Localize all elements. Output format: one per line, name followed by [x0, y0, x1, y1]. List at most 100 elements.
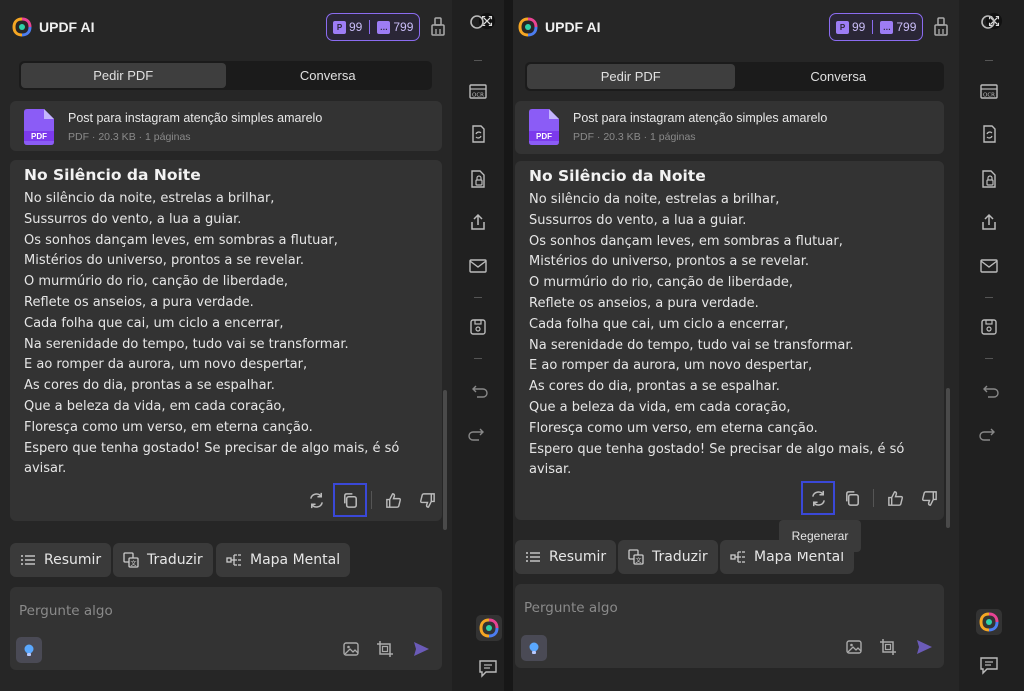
- mail-icon[interactable]: [979, 256, 999, 276]
- ocr-icon[interactable]: OCR: [468, 81, 488, 101]
- svg-text:OCR: OCR: [472, 93, 484, 99]
- image-upload-icon[interactable]: [342, 640, 360, 658]
- summarize-button[interactable]: Resumir: [515, 540, 617, 574]
- chat-credit-count: 799: [393, 20, 414, 34]
- updf-ai-button[interactable]: [976, 609, 1002, 635]
- tab-conversa[interactable]: Conversa: [735, 64, 943, 89]
- pdf-credit-icon: P: [836, 20, 849, 34]
- translate-button[interactable]: 文 Traduzir: [113, 543, 213, 577]
- summarize-button[interactable]: Resumir: [10, 543, 112, 577]
- convert-icon[interactable]: [468, 124, 488, 144]
- translate-button[interactable]: 文 Traduzir: [618, 540, 718, 574]
- thumbs-up-button[interactable]: [376, 483, 410, 517]
- answer-line: Espero que tenha gostado! Se precisar de…: [24, 440, 400, 456]
- answer-line: avisar.: [529, 462, 572, 478]
- answer-scrollbar[interactable]: [443, 390, 447, 530]
- ask-input-placeholder: Pergunte algo: [19, 603, 113, 619]
- answer-title: No Silêncio da Noite: [24, 166, 201, 184]
- list-icon: [21, 555, 35, 565]
- credits-badge[interactable]: P 99 … 799: [326, 13, 421, 41]
- answer-line: Os sonhos dançam leves, em sombras a flu…: [24, 232, 338, 248]
- lightbulb-icon: [529, 642, 539, 654]
- answer-line: Os sonhos dançam leves, em sombras a flu…: [529, 233, 843, 249]
- pdf-icon-label: PDF: [31, 132, 47, 141]
- send-icon[interactable]: [915, 638, 933, 656]
- file-card[interactable]: PDF Post para instagram atenção simples …: [10, 101, 442, 151]
- credits-badge[interactable]: P 99 … 799: [829, 13, 924, 41]
- screenshot-crop-icon[interactable]: [376, 640, 394, 658]
- rail-divider: [474, 358, 482, 359]
- answer-line: As cores do dia, prontas a se espalhar.: [529, 379, 780, 395]
- convert-icon[interactable]: [979, 124, 999, 144]
- credits-separator: [369, 20, 371, 34]
- answer-line: Reflete os anseios, a pura verdade.: [529, 295, 759, 311]
- chat-credit-icon: …: [880, 20, 894, 34]
- regenerate-button[interactable]: [299, 483, 333, 517]
- image-upload-icon[interactable]: [845, 638, 863, 656]
- app-title: UPDF AI: [39, 19, 95, 35]
- answer-line: Reflete os anseios, a pura verdade.: [24, 294, 254, 310]
- clear-chat-icon[interactable]: [933, 17, 949, 37]
- pdf-credit-icon: P: [333, 20, 346, 34]
- answer-card: No Silêncio da Noite No silêncio da noit…: [515, 161, 944, 520]
- ask-input-box[interactable]: Pergunte algo: [515, 584, 944, 668]
- thumbs-down-button[interactable]: [410, 483, 444, 517]
- rail-divider: [985, 297, 993, 298]
- undo-icon[interactable]: [468, 381, 488, 401]
- translate-icon: 文: [628, 549, 644, 565]
- send-icon[interactable]: [412, 640, 430, 658]
- updf-logo-icon: [518, 17, 538, 37]
- answer-line: Sussurros do vento, a lua a guiar.: [24, 211, 242, 227]
- protect-icon[interactable]: [468, 169, 488, 189]
- pdf-credit-count: 99: [852, 20, 866, 34]
- clear-chat-icon[interactable]: [430, 17, 446, 37]
- screenshot-crop-icon[interactable]: [879, 638, 897, 656]
- share-icon[interactable]: [468, 212, 488, 232]
- thumbs-down-button[interactable]: [912, 481, 946, 515]
- file-card[interactable]: PDF Post para instagram atenção simples …: [515, 101, 944, 154]
- ask-input-box[interactable]: Pergunte algo: [10, 587, 442, 670]
- prompt-tips-button[interactable]: [16, 637, 42, 663]
- undo-icon[interactable]: [979, 381, 999, 401]
- answer-line: Floresça como um verso, em eterna canção…: [529, 420, 818, 436]
- search-icon[interactable]: [468, 13, 488, 33]
- svg-text:文: 文: [130, 560, 136, 568]
- copy-button[interactable]: [835, 481, 869, 515]
- answer-scrollbar[interactable]: [946, 388, 950, 528]
- svg-text:OCR: OCR: [983, 93, 995, 99]
- copy-button[interactable]: [333, 483, 367, 517]
- mode-tabs: Pedir PDF Conversa: [525, 62, 944, 91]
- file-name: Post para instagram atenção simples amar…: [68, 111, 323, 125]
- search-icon[interactable]: [979, 13, 999, 33]
- pdf-icon-label: PDF: [536, 132, 552, 141]
- mindmap-button[interactable]: Mapa Mental: [216, 543, 351, 577]
- pdf-file-icon: PDF: [24, 109, 54, 145]
- answer-line: O murmúrio do rio, canção de liberdade,: [529, 275, 793, 291]
- comment-icon[interactable]: [979, 655, 999, 675]
- redo-icon[interactable]: [979, 424, 999, 444]
- file-meta: PDF · 20.3 KB · 1 páginas: [573, 131, 696, 143]
- tab-pedir-pdf[interactable]: Pedir PDF: [527, 64, 735, 89]
- tab-conversa[interactable]: Conversa: [226, 63, 431, 88]
- save-icon[interactable]: [979, 317, 999, 337]
- regenerate-button[interactable]: [801, 481, 835, 515]
- list-icon: [526, 552, 540, 562]
- tab-pedir-pdf[interactable]: Pedir PDF: [21, 63, 226, 88]
- lightbulb-icon: [24, 644, 34, 656]
- comment-icon[interactable]: [478, 658, 498, 678]
- updf-ai-button[interactable]: [476, 615, 502, 641]
- prompt-tips-button[interactable]: [521, 635, 547, 661]
- mail-icon[interactable]: [468, 256, 488, 276]
- thumbs-up-button[interactable]: [878, 481, 912, 515]
- file-name: Post para instagram atenção simples amar…: [573, 111, 828, 125]
- answer-text: No silêncio da noite, estrelas a brilhar…: [529, 190, 904, 481]
- share-icon[interactable]: [979, 212, 999, 232]
- ocr-icon[interactable]: OCR: [979, 81, 999, 101]
- protect-icon[interactable]: [979, 169, 999, 189]
- answer-line: As cores do dia, prontas a se espalhar.: [24, 378, 275, 394]
- tool-rail-left: OCR: [452, 0, 504, 691]
- redo-icon[interactable]: [468, 424, 488, 444]
- save-icon[interactable]: [468, 317, 488, 337]
- mode-tabs: Pedir PDF Conversa: [19, 61, 432, 90]
- app-title: UPDF AI: [545, 19, 601, 35]
